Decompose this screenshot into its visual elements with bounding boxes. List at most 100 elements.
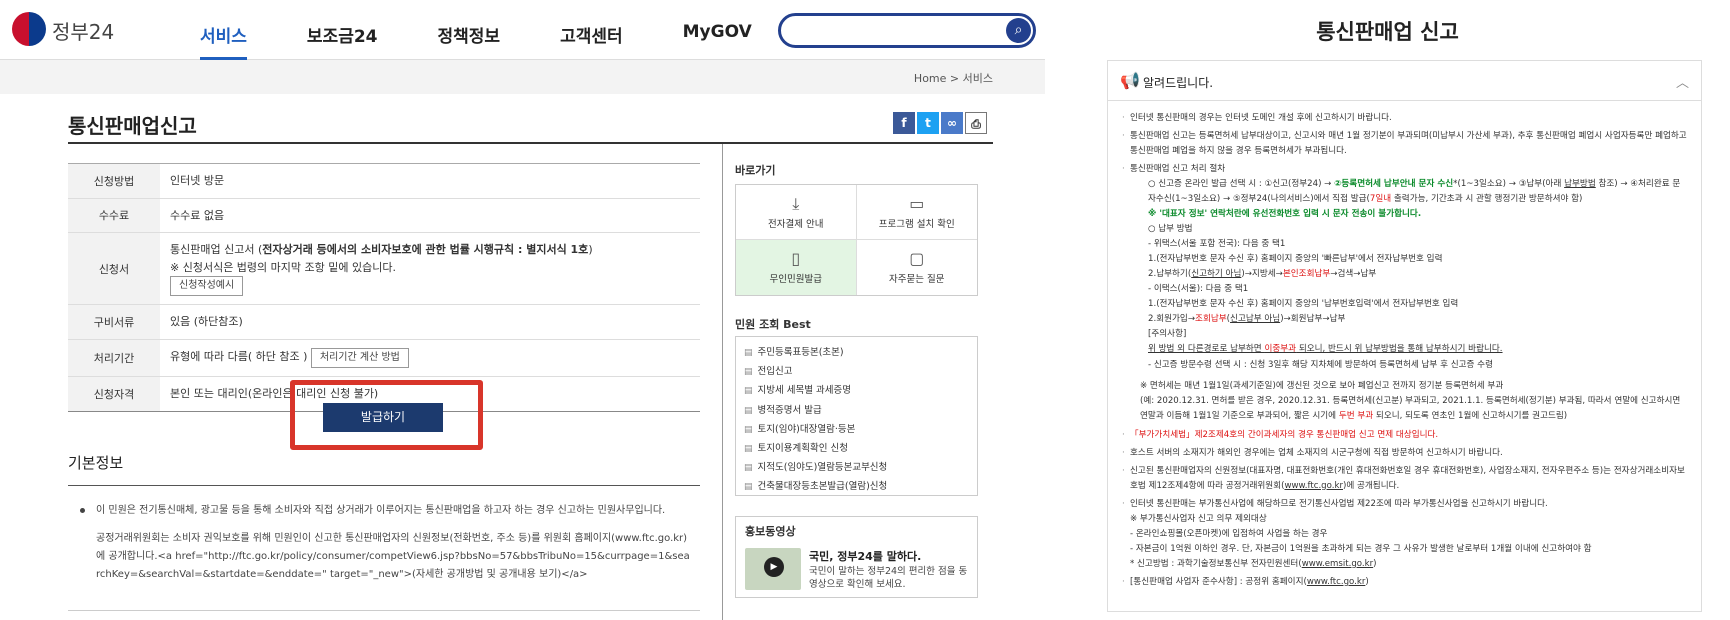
main-nav: 서비스 보조금24 정책정보 고객센터 MyGOV — [200, 0, 812, 60]
quick-link-program-check[interactable]: ▭ 프로그램 설치 확인 — [856, 185, 977, 240]
notice-text: - 자본금이 1억원 이하인 경우. 단, 자본금이 1억원을 초과하게 되는 … — [1130, 543, 1592, 554]
quick-link-kiosk[interactable]: ▯ 무인민원발급 — [736, 240, 857, 295]
ftc-link[interactable]: www.ftc.go.kr — [1307, 577, 1366, 587]
row-header: 신청자격 — [68, 376, 160, 411]
issue-button[interactable]: 발급하기 — [323, 403, 443, 432]
form-text: 통신판매업 신고서 ( — [170, 243, 263, 257]
row-value: 있음 (하단참조) — [170, 315, 243, 329]
table-row: 수수료 수수료 없음 — [68, 198, 700, 234]
twitter-icon[interactable]: t — [917, 112, 939, 134]
best-item[interactable]: 병적증명서 발급 — [744, 401, 969, 420]
period-calc-button[interactable]: 처리기간 계산 방법 — [310, 347, 409, 368]
best-item[interactable]: 전입신고 — [744, 362, 969, 381]
text: ) — [1365, 576, 1369, 587]
right-panel: 통신판매업 신고 📢 알려드립니다. ︿ 인터넷 통신판매의 경우는 인터넷 도… — [1045, 0, 1730, 620]
breadcrumb-bar: Home > 서비스 — [0, 60, 1045, 94]
divider — [68, 485, 700, 486]
text: [통신판매업 사업자 준수사항] : 공정위 홈페이지( — [1130, 576, 1307, 587]
notice-box: 📢 알려드립니다. ︿ 인터넷 통신판매의 경우는 인터넷 도메인 개설 후에 … — [1107, 60, 1702, 612]
notice-text: 2.회원가입→조회납부(신고납부 아님)→회원납부→납부 — [1130, 312, 1687, 327]
form-text: ) — [588, 243, 593, 257]
notice-item: 통신판매업 신고 처리 절차 ○ 신고증 온라인 발급 선택 시 : ①신고(정… — [1122, 162, 1687, 372]
notice-text: ○ 신고증 온라인 발급 선택 시 : ①신고(정부24) → ②등록면허세 납… — [1130, 177, 1687, 207]
print-icon[interactable]: ⎙ — [965, 112, 987, 134]
nav-service[interactable]: 서비스 — [200, 0, 247, 60]
text: 위 방법 외 다른경로로 납부하면 — [1148, 344, 1265, 355]
best-list: 주민등록표등본(초본) 전입신고 지방세 세목별 과세증명 병적증명서 발급 토… — [735, 336, 978, 496]
notice-text: [주의사항] — [1148, 329, 1187, 340]
best-item[interactable]: 지적도(임야도)열람등본교부신청 — [744, 458, 969, 477]
text: 2.납부하기( — [1148, 269, 1192, 280]
row-header: 수수료 — [68, 198, 160, 233]
text: 신고된 통신판매업자의 신원정보(대표자명, 대표전화번호(개인 휴대전화번호일… — [1130, 465, 1685, 491]
link-icon[interactable]: ∞ — [941, 112, 963, 134]
notice-header-text: 알려드립니다. — [1143, 76, 1214, 90]
video-thumbnail[interactable]: ▶ — [745, 548, 801, 590]
quick-link-label: 자주묻는 질문 — [889, 274, 945, 285]
notice-text: 1.(전자납부번호 문자 수신 후) 홈페이지 중앙의 '빠른납부'에서 전자납… — [1148, 254, 1443, 265]
facebook-icon[interactable]: f — [893, 112, 915, 134]
quick-link-faq[interactable]: ▢ 자주묻는 질문 — [857, 240, 978, 295]
best-item[interactable]: 지방세 세목별 과세증명 — [744, 381, 969, 400]
chevron-up-icon[interactable]: ︿ — [1676, 72, 1689, 91]
monitor-check-icon: ▭ — [909, 194, 925, 213]
best-item[interactable]: 토지(임야)대장열람·등본 — [744, 420, 969, 439]
megaphone-icon: 📢 — [1120, 71, 1140, 90]
play-icon[interactable]: ▶ — [764, 557, 784, 577]
form-example-button[interactable]: 신청작성예시 — [170, 276, 244, 297]
text-red: 이중부과 — [1264, 344, 1297, 355]
text: 되오니, 반드시 위 납부방법을 통해 납부하시기 바랍니다. — [1296, 344, 1503, 355]
notice-text: - 이택스(서울): 다음 중 택1 — [1148, 284, 1249, 295]
best-item[interactable]: 토지이용계획확인 신청 — [744, 439, 969, 458]
quick-links-title: 바로가기 — [735, 164, 776, 177]
divider — [68, 142, 993, 144]
text: →검색→납부 — [1330, 269, 1377, 280]
best-item[interactable]: 주민등록표등본(초본) — [744, 343, 969, 362]
text: )→회원납부→납부 — [1280, 314, 1346, 325]
nav-mygov[interactable]: MyGOV — [683, 0, 752, 60]
row-header: 신청서 — [68, 233, 160, 305]
text-underline: 신고납부 아님 — [1230, 314, 1281, 325]
notice-item: 「부가가치세법」제2조제4호의 간이과세자의 경우 통신판매업 신고 면제 대상… — [1122, 428, 1687, 443]
form-link[interactable]: 전자상거래 등에서의 소비자보호에 관한 법률 시행규칙 : 별지서식 1호 — [262, 243, 588, 256]
table-row: 신청방법 인터넷 방문 — [68, 164, 700, 199]
text: 출력가능, 기간초과 시 관할 행정기관 방문하셔야 함) — [1391, 194, 1583, 205]
breadcrumb: Home > 서비스 — [914, 70, 993, 86]
best-item[interactable]: 건축물대장등초본발급(열람)신청 — [744, 477, 969, 496]
notice-header[interactable]: 📢 알려드립니다. ︿ — [1108, 61, 1701, 101]
promo-heading[interactable]: 국민, 정부24를 말하다. — [809, 548, 921, 564]
download-icon: ⤓ — [792, 194, 800, 213]
quick-link-epay[interactable]: ⤓ 전자결제 안내 — [736, 185, 857, 240]
nav-customer-center[interactable]: 고객센터 — [560, 0, 623, 60]
notice-text: ○ 납부 방법 — [1148, 224, 1193, 235]
notice-item: 신고된 통신판매업자의 신원정보(대표자명, 대표전화번호(개인 휴대전화번호일… — [1122, 464, 1687, 494]
emsit-link[interactable]: www.emsit.go.kr — [1302, 559, 1373, 569]
promo-box: 홍보동영상 ▶ 국민, 정부24를 말하다. 국민이 말하는 정부24의 편리한… — [735, 516, 978, 598]
ftc-link[interactable]: www.ftc.go.kr — [1284, 481, 1343, 491]
divider — [68, 610, 700, 611]
logo-text[interactable]: 정부24 — [52, 16, 114, 45]
nav-subsidy[interactable]: 보조금24 — [307, 0, 378, 60]
row-value: 수수료 없음 — [170, 208, 225, 222]
breadcrumb-home[interactable]: Home — [914, 72, 946, 85]
gov-emblem-icon[interactable] — [12, 12, 46, 46]
text-red: 7일내 — [1369, 194, 1392, 205]
info-table: 신청방법 인터넷 방문 수수료 수수료 없음 신청서 통신판매업 신고서 (전자… — [68, 163, 700, 412]
notice-text: - 온라인쇼핑몰(오픈마켓)에 입점하여 사업을 하는 경우 — [1130, 528, 1328, 539]
notice-item: [통신판매업 사업자 준수사항] : 공정위 홈페이지(www.ftc.go.k… — [1122, 575, 1687, 590]
row-header: 신청방법 — [68, 164, 160, 198]
row-header: 구비서류 — [68, 305, 160, 339]
basic-text-2: 공정거래위원회는 소비자 권익보호를 위해 민원인이 신고한 통신판매업자의 신… — [96, 533, 690, 580]
row-value: 인터넷 방문 — [170, 174, 225, 187]
breadcrumb-current[interactable]: 서비스 — [963, 72, 993, 85]
search-input[interactable]: ⌕ — [778, 13, 1036, 48]
notice-item: 인터넷 통신판매의 경우는 인터넷 도메인 개설 후에 신고하시기 바랍니다. — [1122, 111, 1687, 126]
search-icon[interactable]: ⌕ — [1006, 18, 1031, 43]
quick-link-label: 프로그램 설치 확인 — [878, 219, 955, 230]
table-row: 신청서 통신판매업 신고서 (전자상거래 등에서의 소비자보호에 관한 법률 시… — [68, 233, 700, 306]
quick-links: ⤓ 전자결제 안내 ▭ 프로그램 설치 확인 ▯ 무인민원발급 ▢ 자주묻는 질문 — [735, 184, 978, 296]
nav-policy[interactable]: 정책정보 — [438, 0, 501, 60]
notice-text: 인터넷 통신판매는 부가통신사업에 해당하므로 전기통신사업법 제22조에 따라… — [1130, 498, 1548, 509]
notice-text: * 신고방법 : 과학기술정보통신부 전자민원센터(www.emsit.go.k… — [1130, 557, 1687, 572]
column-divider — [722, 144, 723, 620]
